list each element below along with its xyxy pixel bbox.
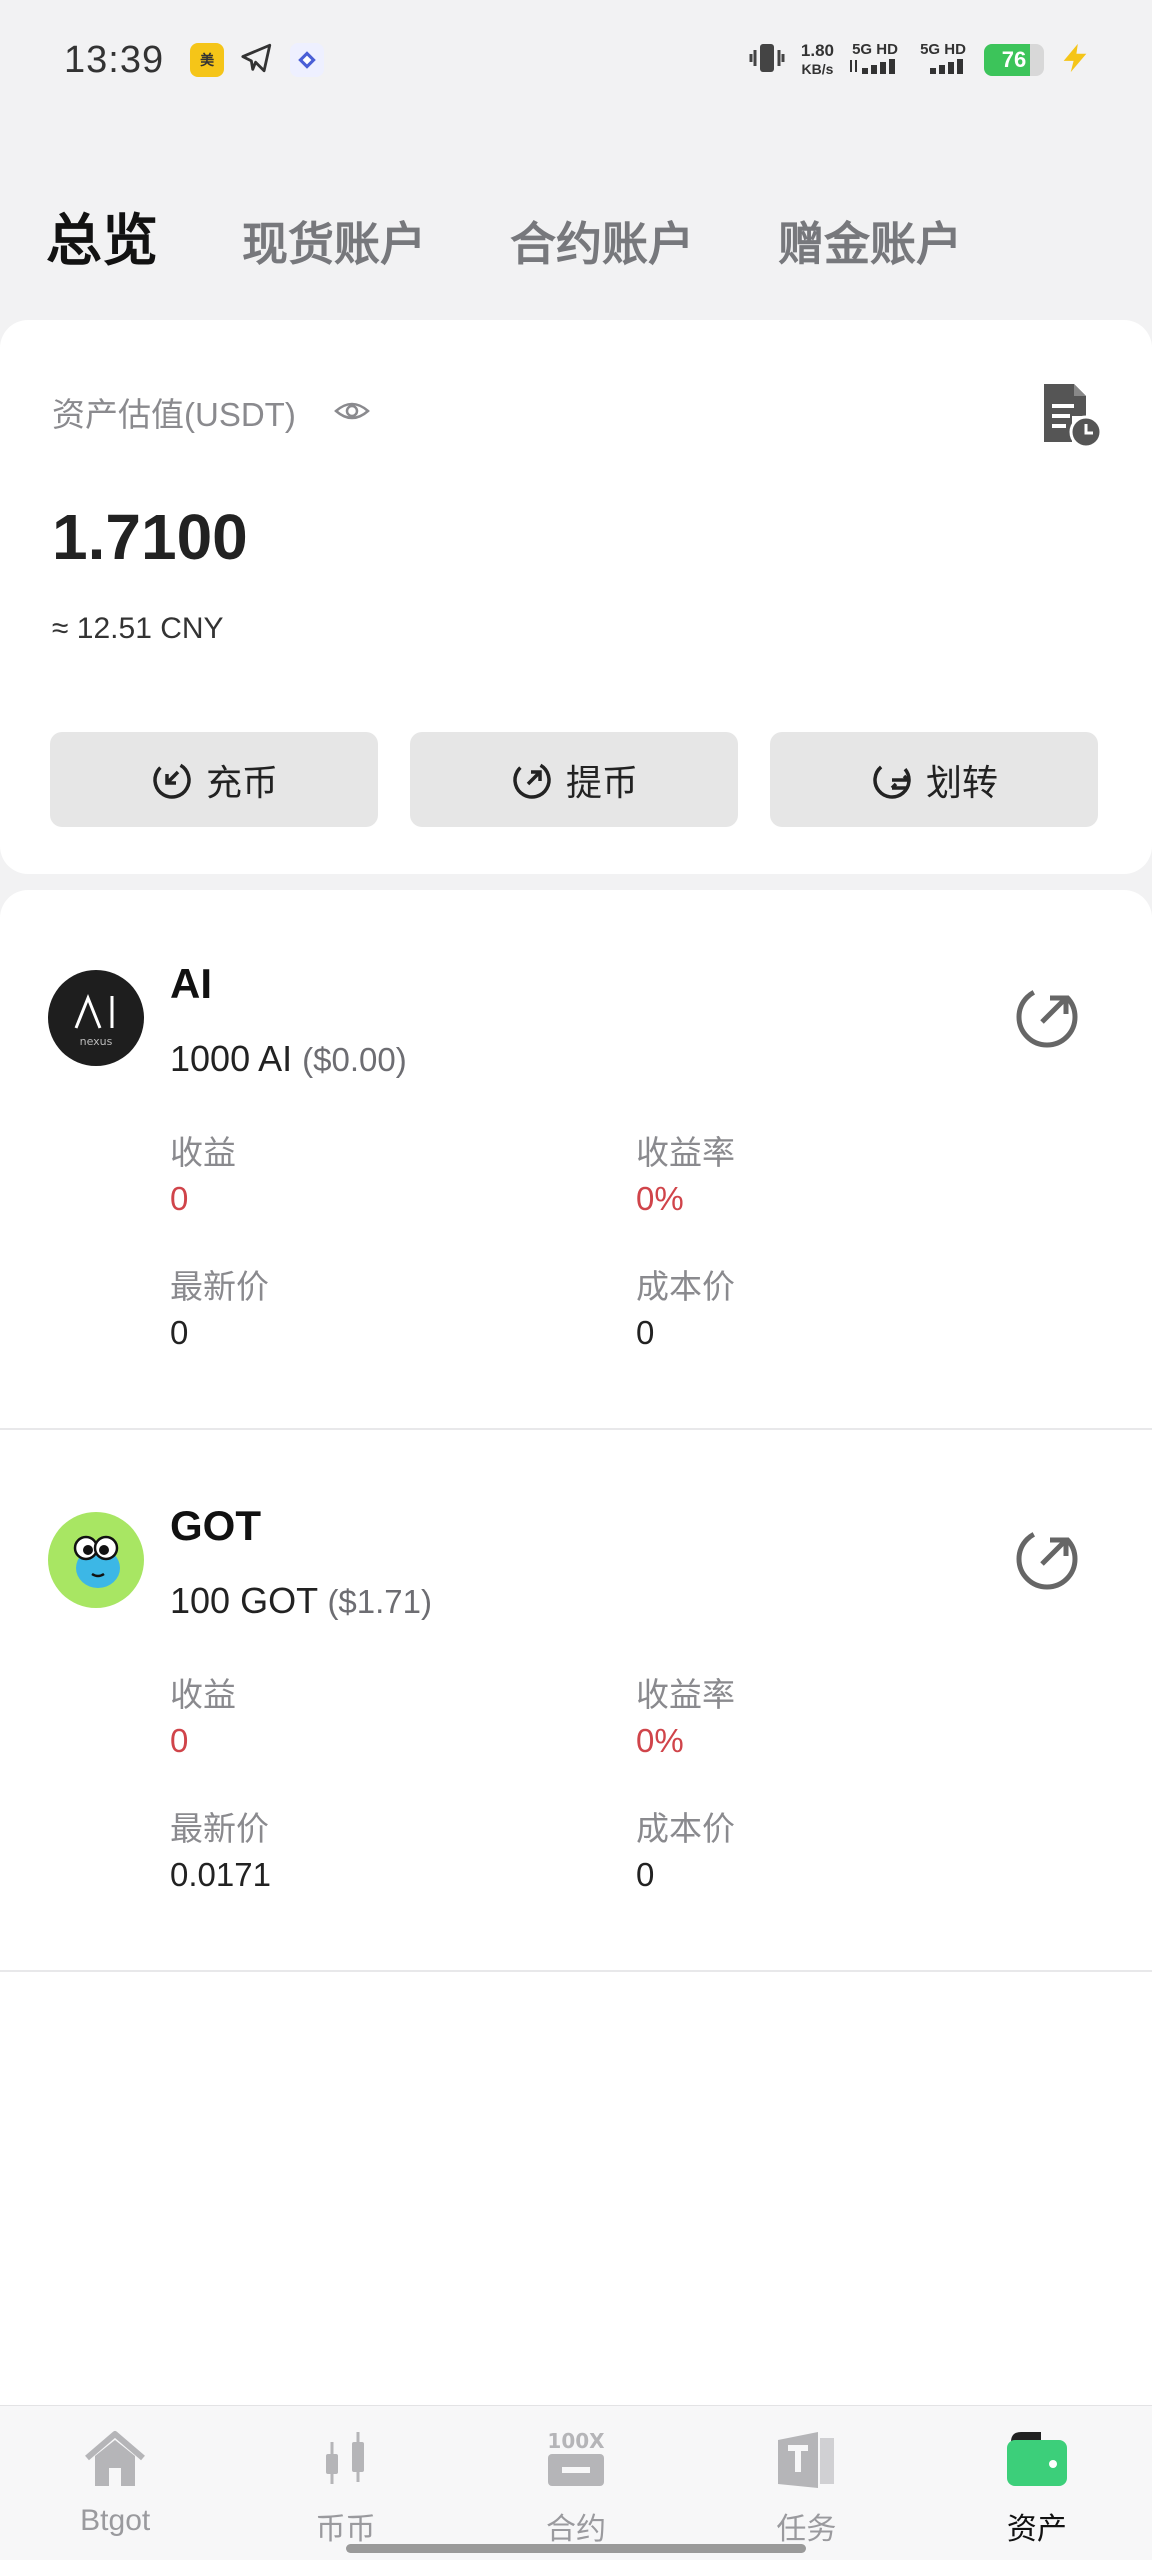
action-buttons: 充币 提币 划转	[50, 732, 1098, 827]
svg-text:nexus: nexus	[80, 1035, 113, 1048]
history-record-icon[interactable]	[1038, 380, 1103, 450]
profit-rate-label: 收益率	[636, 1676, 735, 1713]
cost-price-value: 0	[636, 1314, 655, 1351]
profit-value: 0	[170, 1722, 189, 1759]
tab-overview[interactable]: 总览	[46, 196, 158, 277]
task-icon	[778, 2432, 835, 2488]
vibrate-icon	[747, 40, 787, 81]
asset-holding: 1000 AI ($0.00)	[170, 1038, 407, 1079]
wallet-icon	[1006, 2432, 1067, 2486]
latest-price-label: 最新价	[170, 1810, 269, 1847]
signal-2: 5G HD	[916, 42, 970, 78]
cny-equivalent: ≈ 12.51 CNY	[52, 612, 224, 645]
nav-spot[interactable]: 币币	[230, 2406, 460, 2560]
asset-item-got[interactable]: GOT 100 GOT ($1.71) 收益 0 收益率 0% 最新价 0.01…	[0, 1432, 1152, 1972]
eye-icon[interactable]	[333, 393, 370, 431]
got-logo	[48, 1512, 144, 1608]
candlestick-icon	[325, 2432, 364, 2484]
home-icon	[85, 2431, 146, 2486]
notification-icons: 美	[190, 41, 325, 80]
app-icon	[290, 43, 325, 77]
ai-nexus-logo: nexus	[48, 970, 144, 1066]
tab-bonus-account[interactable]: 赠金账户	[778, 208, 962, 274]
withdraw-button[interactable]: 提币	[410, 732, 738, 827]
latest-price-value: 0	[170, 1314, 189, 1351]
profit-label: 收益	[170, 1676, 236, 1713]
leverage-100x-icon: 100X	[547, 2429, 605, 2486]
profit-rate-label: 收益率	[636, 1134, 735, 1171]
bottom-navigation: Btgot 币币 100X 合约 任务 资产	[0, 2405, 1152, 2560]
asset-item-ai[interactable]: nexus AI 1000 AI ($0.00) 收益 0 收益率 0% 最新价…	[0, 890, 1152, 1430]
telegram-icon	[240, 41, 274, 80]
latest-price-value: 0.0171	[170, 1856, 271, 1893]
asset-list: nexus AI 1000 AI ($0.00) 收益 0 收益率 0% 最新价…	[0, 890, 1152, 2405]
latest-price-label: 最新价	[170, 1268, 269, 1305]
trade-arrow-icon[interactable]	[1012, 982, 1082, 1052]
cost-price-label: 成本价	[636, 1810, 735, 1847]
trade-arrow-icon[interactable]	[1012, 1524, 1082, 1594]
meituan-icon: 美	[190, 43, 225, 77]
svg-text:100X: 100X	[547, 2429, 605, 2453]
cost-price-label: 成本价	[636, 1268, 735, 1305]
asset-valuation-label: 资产估值(USDT)	[52, 388, 370, 436]
charging-icon	[1058, 41, 1092, 80]
signal-1: 5G HD	[848, 42, 902, 78]
nav-btgot[interactable]: Btgot	[0, 2406, 230, 2560]
profit-label: 收益	[170, 1134, 236, 1171]
account-tabs: 总览 现货账户 合约账户 赠金账户	[46, 196, 962, 277]
asset-name: GOT	[170, 1502, 261, 1549]
nav-tasks[interactable]: 任务	[691, 2406, 921, 2560]
tab-spot-account[interactable]: 现货账户	[242, 208, 426, 274]
status-bar: 13:39 美 1.80 KB/s 5G HD 5G HD 76	[0, 0, 1152, 120]
total-asset-value: 1.7100	[52, 501, 248, 573]
nav-contract[interactable]: 100X 合约	[461, 2406, 691, 2560]
cost-price-value: 0	[636, 1856, 655, 1893]
profit-rate-value: 0%	[636, 1180, 684, 1217]
nav-assets[interactable]: 资产	[922, 2406, 1152, 2560]
transfer-icon	[873, 760, 911, 799]
deposit-button[interactable]: 充币	[50, 732, 378, 827]
asset-name: AI	[170, 960, 212, 1007]
status-time: 13:39	[64, 38, 165, 81]
deposit-icon	[153, 760, 191, 799]
asset-holding: 100 GOT ($1.71)	[170, 1580, 432, 1621]
network-speed: 1.80 KB/s	[800, 41, 834, 78]
withdraw-icon	[513, 760, 551, 799]
transfer-button[interactable]: 划转	[770, 732, 1098, 827]
battery-indicator: 76	[984, 44, 1044, 76]
tab-contract-account[interactable]: 合约账户	[510, 208, 694, 274]
home-indicator[interactable]	[346, 2544, 806, 2553]
profit-rate-value: 0%	[636, 1722, 684, 1759]
profit-value: 0	[170, 1180, 189, 1217]
